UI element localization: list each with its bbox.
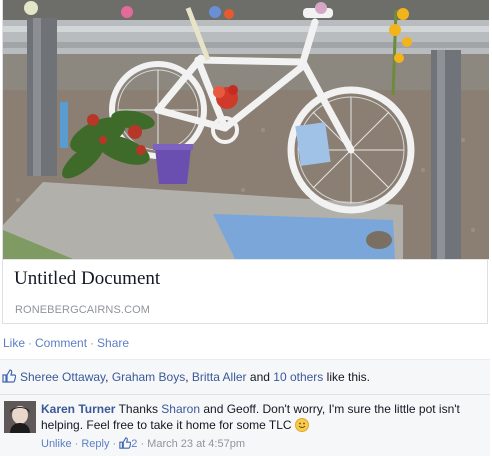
comment-meta: Unlike · Reply · 2 · March 23 at 4:57pm [41,437,245,450]
comment-timestamp[interactable]: March 23 at 4:57pm [147,438,245,450]
comment-text: Thanks [118,402,158,416]
link-info[interactable]: Untitled Document RONEBERGCAIRNS.COM [3,259,489,324]
thumbs-up-icon[interactable] [119,437,132,450]
comment-body: Karen Turner Thanks Sharon and Geoff. Do… [41,401,481,433]
likes-summary: Sheree Ottaway, Graham Boys, Britta Alle… [0,359,490,394]
liker-name[interactable]: Sheree Ottaway [20,370,105,384]
like-button[interactable]: Like [3,336,25,350]
comment-mention[interactable]: Sharon [161,402,200,416]
reply-button[interactable]: Reply [81,438,109,450]
thumbs-up-icon [2,369,17,386]
likes-text: Sheree Ottaway, Graham Boys, Britta Alle… [20,370,371,384]
likes-suffix: like this. [326,370,371,384]
liker-name[interactable]: Britta Aller [192,370,247,384]
comment: Karen Turner Thanks Sharon and Geoff. Do… [0,394,490,456]
ghost-bike-photo[interactable] [3,0,489,259]
meta-separator: · [137,438,148,450]
likes-and: and [249,370,270,384]
likes-others-link[interactable]: 10 others [273,370,323,384]
action-separator: · [28,336,33,350]
meta-separator: · [71,438,82,450]
link-domain: RONEBERGCAIRNS.COM [15,304,151,316]
post-actions: Like · Comment · Share [3,336,129,350]
unlike-button[interactable]: Unlike [41,438,72,450]
liker-name[interactable]: Graham Boys [112,370,185,384]
comment-author[interactable]: Karen Turner [41,402,115,416]
shared-link-card[interactable]: Untitled Document RONEBERGCAIRNS.COM [2,0,489,324]
avatar[interactable] [4,401,36,433]
action-separator: · [90,336,95,350]
share-button[interactable]: Share [97,336,129,350]
meta-separator: · [109,438,120,450]
smiley-emoji-icon [294,418,309,432]
comment-button[interactable]: Comment [35,336,87,350]
link-title[interactable]: Untitled Document [14,268,160,290]
